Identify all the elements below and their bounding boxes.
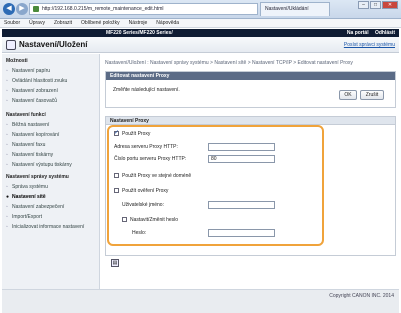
cancel-button[interactable]: Zrušit [360,90,384,100]
address-bar: ◀ ▶ http://192.168.0.215/m_remote_mainte… [0,0,401,19]
page-titlebar: Nastavení/Uložení Posíst správci systému [2,37,399,53]
mail-admin-link[interactable]: Posíst správci systému [344,42,395,48]
logout-link[interactable]: Odhlásit [375,30,395,36]
sidebar: Možnosti Nastavení papíru Ovládání hlasi… [2,54,100,289]
sidebar-section-system: Nastavení správy systému [6,174,69,180]
sidebar-item-common[interactable]: Běžná nastavení [6,122,49,128]
menu-view[interactable]: Zobrazit [54,19,72,27]
section-title: Nastavení Proxy [106,117,395,125]
edit-proxy-panel: Editovat nastavení Proxy Změňte následuj… [105,71,396,108]
back-button[interactable]: ◀ [3,3,15,15]
minimize-icon[interactable]: – [358,1,369,9]
page-title: Nastavení/Uložení [19,40,88,49]
highlight-box [107,125,324,246]
maximize-icon[interactable]: □ [370,1,381,9]
sidebar-item-copy[interactable]: Nastavení kopírování [6,132,59,138]
sidebar-item-import-export[interactable]: Import/Export [6,214,42,220]
sidebar-section-functions: Nastavení funkcí [6,112,46,118]
instruction-text: Změňte následující nastavení. [113,87,180,93]
ok-button[interactable]: OK [339,90,357,100]
sidebar-item-network[interactable]: Nastavení sítě [6,194,46,200]
copyright-text: Copyright CANON INC. 2014 [329,293,394,299]
menu-tools[interactable]: Nástroje [129,19,148,27]
sidebar-item-display[interactable]: Nastavení zobrazení [6,88,58,94]
footer: Copyright CANON INC. 2014 [2,289,399,313]
menu-favorites[interactable]: Oblíbené položky [81,19,120,27]
url-input[interactable]: http://192.168.0.215/m_remote_maintenanc… [29,3,258,15]
breadcrumb: Nastavení/Uložení : Nastavení správy sys… [105,60,353,66]
menu-file[interactable]: Soubor [4,19,20,27]
url-text: http://192.168.0.215/m_remote_maintenanc… [42,6,164,12]
forward-button[interactable]: ▶ [16,3,28,15]
sidebar-item-system-mgmt[interactable]: Správa systému [6,184,48,190]
device-header: MF220 Series/MF220 Series/ Na portál Odh… [2,29,399,37]
browser-window: ◀ ▶ http://192.168.0.215/m_remote_mainte… [0,0,401,313]
settings-icon [6,40,16,50]
browser-tab[interactable]: Nastavení/Ukládání [260,2,330,16]
menu-help[interactable]: Nápověda [156,19,179,27]
menu-edit[interactable]: Úpravy [29,19,45,27]
window-controls: – □ ✕ [358,1,398,9]
sidebar-item-printer-output[interactable]: Nastavení výstupu tiskárny [6,162,72,168]
device-model: MF220 Series/MF220 Series/ [106,30,173,36]
sidebar-item-initialize[interactable]: Inicializovat informace nastavení [6,224,84,230]
sidebar-item-printer[interactable]: Nastavení tiskárny [6,152,53,158]
sidebar-item-fax[interactable]: Nastavení faxu [6,142,45,148]
menu-bar: Soubor Úpravy Zobrazit Oblíbené položky … [0,19,401,28]
close-icon[interactable]: ✕ [382,1,398,9]
print-icon[interactable]: ▤ [111,259,119,267]
sidebar-item-paper[interactable]: Nastavení papíru [6,68,50,74]
portal-link[interactable]: Na portál [347,30,369,36]
header-links: Na portál Odhlásit [342,29,395,37]
sidebar-item-security[interactable]: Nastavení zabezpečení [6,204,64,210]
panel-title: Editovat nastavení Proxy [106,72,395,80]
sidebar-item-volume[interactable]: Ovládání hlasitosti zvuku [6,78,67,84]
page-icon [33,6,39,12]
sidebar-section-preferences: Možnosti [6,58,28,64]
sidebar-item-timers[interactable]: Nastavení časovačů [6,98,57,104]
